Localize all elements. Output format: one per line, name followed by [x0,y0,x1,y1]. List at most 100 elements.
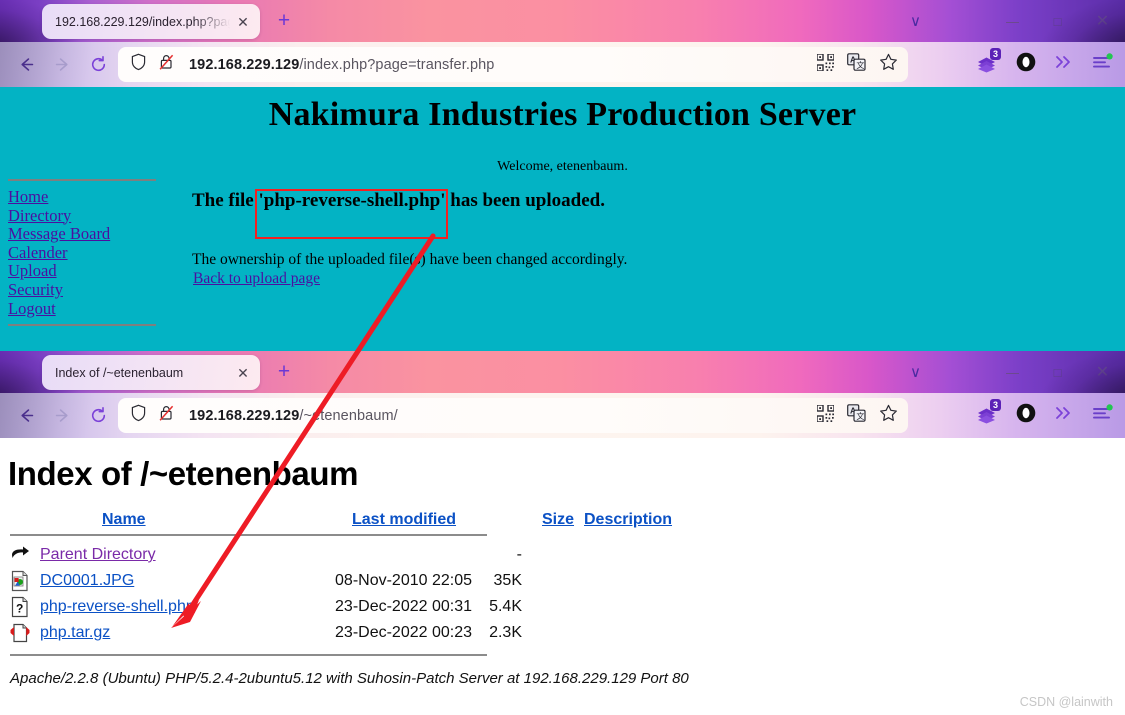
shield-icon[interactable] [130,404,147,427]
svg-text:文: 文 [856,411,864,421]
overflow-chevrons-icon[interactable] [1053,404,1075,427]
back-to-upload-link[interactable]: Back to upload page [193,270,320,288]
window-close-button[interactable]: ✕ [1080,351,1125,393]
window2-url-path: /~etenenbaum/ [299,407,398,424]
compressed-file-icon [10,620,40,646]
window1-extension-icons: 3 [975,42,1113,87]
minimize-button[interactable]: — [990,351,1035,393]
file-link-php-tar-gz[interactable]: php.tar.gz [40,624,110,641]
menu-icon[interactable] [1091,53,1113,76]
extension-badge-count: 3 [989,399,1001,411]
upload-success-message: The file 'php-reverse-shell.php' has bee… [192,190,605,211]
intranet-page: Nakimura Industries Production Server We… [0,87,1125,351]
parent-directory-icon [10,542,40,568]
window-close-button[interactable]: ✕ [1080,0,1125,42]
apache-server-signature: Apache/2.2.8 (Ubuntu) PHP/5.2.4-2ubuntu5… [10,670,689,687]
window1-address-bar[interactable]: 192.168.229.129/index.php?page=transfer.… [118,47,908,82]
file-size-cell: 5.4K [489,598,522,615]
sidebar-divider-top [8,179,156,181]
window1-titlebar: 192.168.229.129/index.php?page ✕ + ∨ — □… [0,0,1125,42]
file-size-cell: 35K [493,572,522,589]
sidebar-nav: Home Directory Message Board Calender Up… [8,179,156,327]
file-size-cell: - [516,546,522,563]
table-top-divider [10,534,487,536]
sidebar-item-calender[interactable]: Calender [8,243,156,263]
directory-listing-table: Name Last modified Size Description [10,511,672,532]
sidebar-item-directory[interactable]: Directory [8,206,156,226]
sidebar-divider-bottom [8,324,156,327]
file-link-php-reverse-shell-php[interactable]: php-reverse-shell.php [40,598,195,615]
extension-badge-icon[interactable]: 3 [975,48,1001,78]
window2-controls: ∨ — □ ✕ [893,351,1125,393]
back-icon[interactable] [8,398,44,434]
window1-security-icons [130,53,175,76]
minimize-button[interactable]: — [990,0,1035,42]
close-icon[interactable]: ✕ [232,11,254,33]
window1-tab[interactable]: 192.168.229.129/index.php?page ✕ [42,4,260,39]
new-tab-button[interactable]: + [272,9,296,33]
window2-extension-icons: 3 [975,393,1113,438]
column-header-description[interactable]: Description [584,511,672,532]
index-heading: Index of /~etenenbaum [8,455,359,492]
opera-circle-icon[interactable] [1015,402,1037,429]
file-link-dc0001-jpg[interactable]: DC0001.JPG [40,572,134,589]
window2-address-bar[interactable]: 192.168.229.129/~etenenbaum/ A 文 [118,398,908,433]
file-name-cell: Parent Directory [40,542,290,568]
chevron-down-icon[interactable]: ∨ [893,0,938,42]
lock-crossed-icon[interactable] [158,53,175,76]
window2-tab[interactable]: Index of /~etenenbaum ✕ [42,355,260,390]
window2-security-icons [130,404,175,427]
opera-circle-icon[interactable] [1015,51,1037,78]
maximize-button[interactable]: □ [1035,0,1080,42]
window2-tab-title: Index of /~etenenbaum [55,365,184,380]
window2-titlebar: Index of /~etenenbaum ✕ + ∨ — □ ✕ [0,351,1125,393]
browser-window-2: Index of /~etenenbaum ✕ + ∨ — □ ✕ 192.16… [0,351,1125,715]
window1-url-host: 192.168.229.129 [189,56,300,73]
watermark: CSDN @lainwith [1019,695,1113,709]
sidebar-item-home[interactable]: Home [8,187,156,207]
table-row: Parent Directory - [10,542,522,568]
back-icon[interactable] [8,47,44,83]
svg-text:?: ? [16,602,23,616]
column-header-size[interactable]: Size [542,511,584,532]
reload-icon[interactable] [80,398,116,434]
bookmark-star-icon[interactable] [879,53,898,76]
window1-urlbar-actions: A 文 [816,47,898,82]
column-header-name[interactable]: Name [40,511,352,532]
intranet-main-content: The file 'php-reverse-shell.php' has bee… [192,190,892,288]
reload-icon[interactable] [80,47,116,83]
qr-code-icon[interactable] [816,403,835,427]
overflow-chevrons-icon[interactable] [1053,53,1075,76]
sidebar-item-message-board[interactable]: Message Board [8,225,156,244]
lock-crossed-icon[interactable] [158,404,175,427]
qr-code-icon[interactable] [816,52,835,76]
shield-icon[interactable] [130,53,147,76]
table-row: php.tar.gz 23-Dec-2022 00:23 2.3K [10,620,522,646]
bookmark-star-icon[interactable] [879,404,898,427]
translate-icon[interactable]: A 文 [847,404,866,427]
forward-icon [44,47,80,83]
window1-url-path: /index.php?page=transfer.php [299,56,495,73]
file-modified-cell [290,542,480,568]
file-name-cell: DC0001.JPG [40,568,290,594]
ownership-message: The ownership of the uploaded file(s) ha… [192,251,628,268]
menu-icon[interactable] [1091,404,1113,427]
file-link-parent-directory[interactable]: Parent Directory [40,546,156,563]
extension-badge-count: 3 [989,48,1001,60]
sidebar-item-security[interactable]: Security [8,280,156,300]
apache-index-page: Index of /~etenenbaum Name Last modified… [0,438,1125,715]
browser-window-1: 192.168.229.129/index.php?page ✕ + ∨ — □… [0,0,1125,351]
svg-text:文: 文 [856,60,864,70]
translate-icon[interactable]: A 文 [847,53,866,76]
new-tab-button[interactable]: + [272,360,296,384]
extension-badge-icon[interactable]: 3 [975,399,1001,429]
screenshot-root: 192.168.229.129/index.php?page ✕ + ∨ — □… [0,0,1125,715]
chevron-down-icon[interactable]: ∨ [893,351,938,393]
page-title: Nakimura Industries Production Server [268,96,857,133]
sidebar-item-logout[interactable]: Logout [8,299,156,319]
sidebar-item-upload[interactable]: Upload [8,262,156,281]
table-row: ? php-reverse-shell.php 23-Dec-2022 00:3… [10,594,522,620]
column-header-last-modified[interactable]: Last modified [352,511,542,532]
close-icon[interactable]: ✕ [232,362,254,384]
maximize-button[interactable]: □ [1035,351,1080,393]
